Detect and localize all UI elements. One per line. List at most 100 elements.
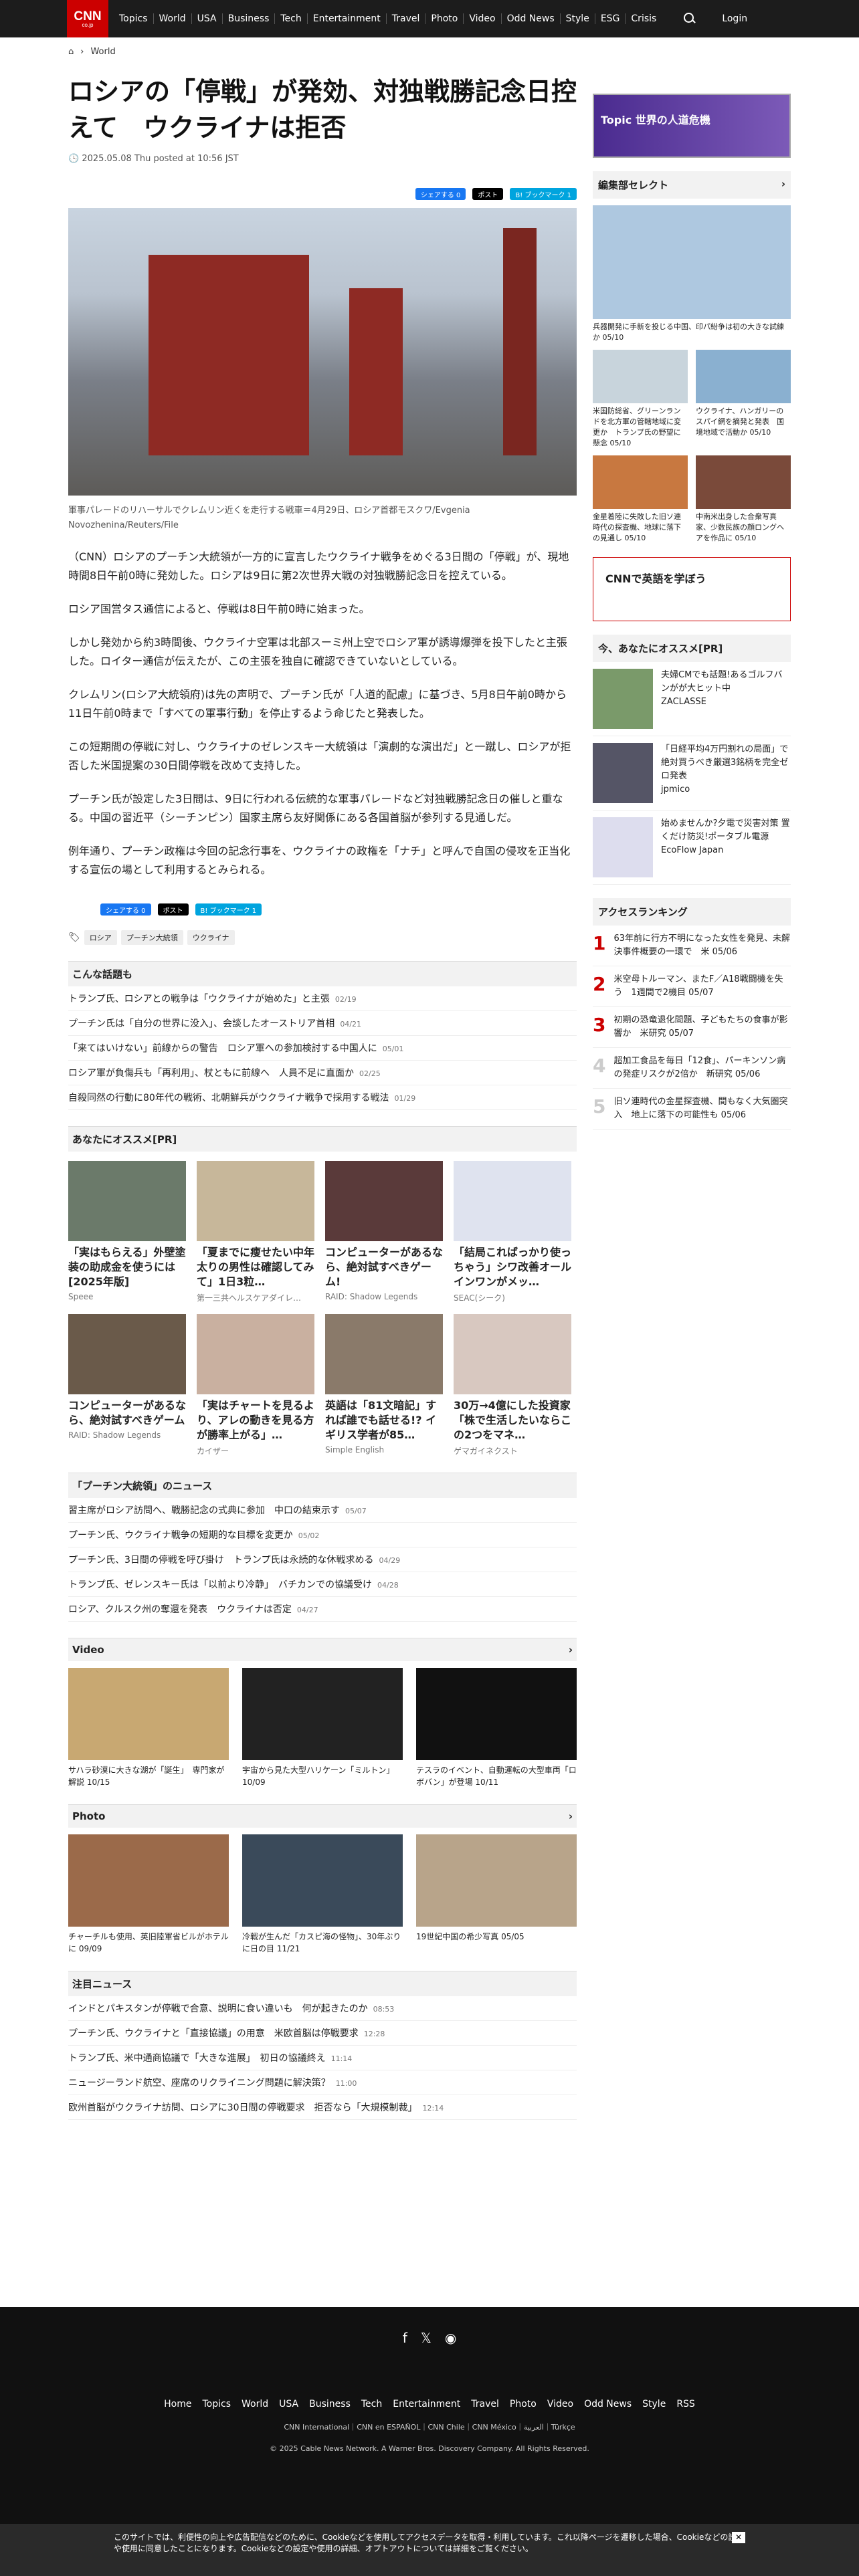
footer-link[interactable]: Odd News: [584, 2399, 632, 2409]
item-date: 04/27: [296, 1606, 318, 1614]
pr-card[interactable]: 「夏までに痩せたい中年太りの男性は確認してみて」1日3粒… 第一三共ヘルスケアダイ…: [197, 1161, 314, 1303]
topic-banner[interactable]: Topic 世界の人道危機: [593, 94, 791, 158]
english-banner[interactable]: CNNで英語を学ぼう: [593, 557, 791, 621]
x-post-button[interactable]: ポスト: [472, 188, 504, 200]
nav-item[interactable]: Photo: [425, 13, 463, 24]
side-pr-thumb: [593, 817, 653, 877]
media-card[interactable]: サハラ砂漠に大きな湖が「誕生」 専門家が解説 10/15: [68, 1668, 229, 1788]
pr-card[interactable]: コンピューターがあるなら、絶対試すべきゲーム RAID: Shadow Legen…: [68, 1314, 186, 1457]
home-icon[interactable]: ⌂: [68, 47, 74, 57]
nav-item[interactable]: World: [153, 13, 191, 24]
editor-item[interactable]: 金星着陸に失敗した旧ソ連時代の探査機、地球に落下の見通し 05/10: [593, 455, 688, 544]
cookie-text: このサイトでは、利便性の向上や広告配信などのために、Cookieなどを使用してア…: [114, 2533, 745, 2553]
footer-link[interactable]: Travel: [471, 2399, 499, 2409]
footer-link[interactable]: Tech: [361, 2399, 382, 2409]
tag[interactable]: ロシア: [84, 930, 117, 945]
breadcrumb-world[interactable]: World: [90, 47, 115, 57]
list-item[interactable]: プーチン氏は「自分の世界に没入」、会談したオーストリア首相 04/21: [68, 1011, 577, 1036]
ranking-item[interactable]: 4 超加工食品を毎日「12食」、パーキンソン病の発症リスクが2倍か 新研究 05/…: [593, 1048, 791, 1089]
pr-card[interactable]: 「実はもらえる」外壁塗装の助成金を使うには[2025年版] Speee: [68, 1161, 186, 1303]
nav-item[interactable]: ESG: [594, 13, 626, 24]
chevron-right-icon[interactable]: ›: [781, 178, 785, 192]
list-item[interactable]: プーチン氏、3日間の停戦を呼び掛け トランプ氏は永続的な休戦求める 04/29: [68, 1547, 577, 1572]
facebook-share-button[interactable]: シェアする 0: [100, 903, 151, 916]
media-card[interactable]: 宇宙から見た大型ハリケーン「ミルトン」 10/09: [242, 1668, 403, 1788]
media-card[interactable]: 冷戦が生んだ「カスピ海の怪物」、30年ぶりに日の目 11/21: [242, 1834, 403, 1955]
footer-link[interactable]: Entertainment: [393, 2399, 460, 2409]
list-item[interactable]: プーチン氏、ウクライナ戦争の短期的な目標を変更か 05/02: [68, 1523, 577, 1547]
footer-link[interactable]: USA: [279, 2399, 298, 2409]
ranking-item[interactable]: 1 63年前に行方不明になった女性を発見、未解決事件概要の一環で 米 05/06: [593, 926, 791, 966]
facebook-share-button[interactable]: シェアする 0: [415, 188, 466, 200]
cnn-logo[interactable]: CNN co.jp: [67, 0, 108, 37]
footer-link[interactable]: RSS: [676, 2399, 695, 2409]
list-item[interactable]: 習主席がロシア訪問へ、戦勝記念の式典に参加 中口の結束示す 05/07: [68, 1498, 577, 1523]
article-body: （CNN）ロシアのプーチン大統領が一方的に宣言したウクライナ戦争をめぐる3日間の…: [68, 548, 577, 879]
ranking-item[interactable]: 2 米空母トルーマン、またF／A18戦闘機を失う 1週間で2機目 05/07: [593, 966, 791, 1007]
ranking-item[interactable]: 5 旧ソ連時代の金星探査機、間もなく大気圏突入 地上に落下の可能性も 05/06: [593, 1089, 791, 1130]
footer-link[interactable]: Photo: [510, 2399, 537, 2409]
pr-sponsor: SEAC(シーク): [454, 1293, 505, 1303]
chevron-right-icon[interactable]: ›: [569, 1810, 573, 1822]
nav-item[interactable]: Crisis: [625, 13, 662, 24]
media-card[interactable]: 19世紀中国の希少写真 05/05: [416, 1834, 577, 1955]
close-icon[interactable]: ✕: [731, 2532, 745, 2543]
pr-card[interactable]: 30万→4億にした投資家「株で生活したいならこの2つをマネ… ゲマガイネクスト: [454, 1314, 571, 1457]
side-pr-item[interactable]: 始めませんか?夕電で災害対策 置くだけ防災!ポータブル電源 EcoFlow Jap…: [593, 811, 791, 885]
footer-link[interactable]: Video: [547, 2399, 573, 2409]
nav-item[interactable]: Entertainment: [306, 13, 386, 24]
list-item[interactable]: トランプ氏、米中通商協議で「大きな進展」 初日の協議終え 11:14: [68, 2046, 577, 2070]
editor-item[interactable]: ウクライナ、ハンガリーのスパイ網を摘発と発表 国境地域で活動か 05/10: [696, 350, 791, 438]
nav-item[interactable]: USA: [191, 13, 222, 24]
chevron-right-icon[interactable]: ›: [569, 1644, 573, 1656]
media-title: テスラのイベント、自動運転の大型車両「ロボバン」が登場 10/11: [416, 1765, 577, 1787]
footer-link[interactable]: Topics: [203, 2399, 231, 2409]
nav-item[interactable]: Video: [463, 13, 500, 24]
media-card[interactable]: チャーチルも使用、英旧陸軍省ビルがホテルに 09/09: [68, 1834, 229, 1955]
list-item[interactable]: インドとパキスタンが停戦で合意、説明に食い違いも 何が起きたのか 08:53: [68, 1996, 577, 2021]
nav-item[interactable]: Topics: [114, 13, 153, 24]
editor-date: 05/10: [624, 534, 646, 542]
nav-item[interactable]: Odd News: [500, 13, 560, 24]
editor-item[interactable]: 中南米出身した合衆写真家、少数民族の顔ロングヘアを作品に 05/10: [696, 455, 791, 544]
item-date: 02/25: [359, 1069, 381, 1078]
search-icon[interactable]: [682, 11, 698, 27]
nav-item[interactable]: Tech: [274, 13, 306, 24]
ranking-item[interactable]: 3 初期の恐竜退化問題、子どもたちの食事が影響か 米研究 05/07: [593, 1007, 791, 1048]
side-pr-item[interactable]: 夫婦CMでも話題!あるゴルフバンがが大ヒット中 ZACLASSE: [593, 662, 791, 736]
list-item[interactable]: ニュージーランド航空、座席のリクライニング問題に解決策？ 11:00: [68, 2070, 577, 2095]
list-item[interactable]: ロシア軍が負傷兵も「再利用」、杖ともに前線へ 人員不足に直面か 02/25: [68, 1061, 577, 1085]
social-icons[interactable]: f 𝕏 ◉: [0, 2307, 859, 2347]
list-item[interactable]: トランプ氏、ゼレンスキー氏は「以前より冷静」 バチカンでの協議受け 04/28: [68, 1572, 577, 1597]
login-link[interactable]: Login: [722, 13, 747, 24]
nav-item[interactable]: Business: [221, 13, 275, 24]
footer-link[interactable]: World: [242, 2399, 268, 2409]
pr-card[interactable]: コンピューターがあるなら、絶対試すべきゲーム! RAID: Shadow Lege…: [325, 1161, 443, 1303]
media-title: 冷戦が生んだ「カスピ海の怪物」、30年ぶりに日の目 11/21: [242, 1932, 401, 1953]
editor-item[interactable]: 兵器開発に手新を投じる中国、印パ紛争は初の大きな試練か 05/10: [593, 205, 791, 343]
editor-item[interactable]: 米国防総省、グリーンランドを北方軍の管轄地域に変更か トランプ氏の野望に懸念 0…: [593, 350, 688, 449]
tag[interactable]: ウクライナ: [187, 930, 235, 945]
nav-item[interactable]: Travel: [385, 13, 425, 24]
related-section: こんな話題も トランプ氏、ロシアとの戦争は「ウクライナが始めた」と主張 02/19 プ…: [68, 961, 577, 1110]
footer-link[interactable]: Home: [164, 2399, 191, 2409]
hatena-bookmark-button[interactable]: B! ブックマーク 1: [195, 903, 262, 916]
tag[interactable]: プーチン大統領: [120, 930, 183, 945]
side-pr-item[interactable]: 「日経平均4万円割れの局面」で絶対買うべき厳選3銘柄を完全ゼロ発表 jpmico: [593, 736, 791, 811]
list-item[interactable]: トランプ氏、ロシアとの戦争は「ウクライナが始めた」と主張 02/19: [68, 986, 577, 1011]
footer-link[interactable]: Style: [642, 2399, 666, 2409]
pr-card[interactable]: 英語は「81文暗記」すれば誰でも話せる!? イギリス学者が85… Simple E…: [325, 1314, 443, 1457]
list-item[interactable]: 「来てはいけない」前線からの警告 ロシア軍への参加検討する中国人に 05/01: [68, 1036, 577, 1061]
list-item[interactable]: プーチン氏、ウクライナと「直接協議」の用意 米欧首脳は停戦要求 12:28: [68, 2021, 577, 2046]
list-item[interactable]: 自殺同然の行動に80年代の戦術、北朝鮮兵がウクライナ戦争で採用する戦法 01/29: [68, 1085, 577, 1110]
footer-link[interactable]: Business: [309, 2399, 351, 2409]
pr-card[interactable]: 「結局こればっかり使っちゃう」シワ改善オールインワンがメッ… SEAC(シーク): [454, 1161, 571, 1303]
media-card[interactable]: テスラのイベント、自動運転の大型車両「ロボバン」が登場 10/11: [416, 1668, 577, 1788]
pr-card[interactable]: 「実はチャートを見るより、アレの動きを見る方が勝率上がる」… カイザー: [197, 1314, 314, 1457]
x-post-button[interactable]: ポスト: [157, 903, 189, 916]
media-date: 11/21: [276, 1944, 300, 1953]
hatena-bookmark-button[interactable]: B! ブックマーク 1: [510, 188, 577, 200]
nav-item[interactable]: Style: [559, 13, 595, 24]
list-item[interactable]: ロシア、クルスク州の奪還を発表 ウクライナは否定 04/27: [68, 1597, 577, 1622]
list-item[interactable]: 欧州首脳がウクライナ訪問、ロシアに30日間の停戦要求 拒否なら「大規模制裁」 12…: [68, 2095, 577, 2120]
